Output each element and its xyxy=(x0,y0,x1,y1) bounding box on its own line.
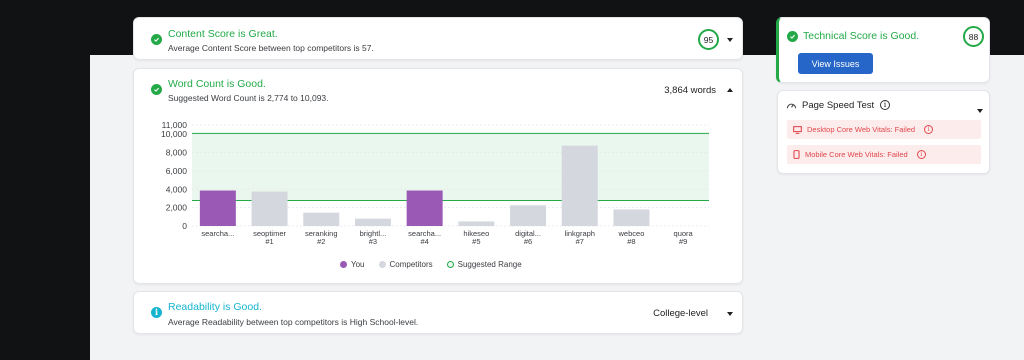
warning-info-icon: i xyxy=(916,150,926,159)
legend-competitors: Competitors xyxy=(378,260,433,269)
technical-score-badge: 88 xyxy=(963,26,984,47)
readability-subtitle: Average Readability between top competit… xyxy=(168,317,419,327)
legend-range: Suggested Range xyxy=(446,260,522,269)
suggested-range-band xyxy=(192,133,709,201)
page-speed-title: Page Speed Test xyxy=(802,100,875,111)
y-tick-label: 10,000 xyxy=(161,129,187,139)
bar-competitor xyxy=(354,218,391,226)
x-tick-rank: #4 xyxy=(420,237,428,246)
content-score-subtitle: Average Content Score between top compet… xyxy=(168,43,374,53)
check-circle-icon xyxy=(787,31,798,42)
gray-dot-icon xyxy=(378,261,386,268)
mobile-icon xyxy=(793,150,800,159)
x-tick-rank: #9 xyxy=(679,237,687,246)
mobile-vitals-failed[interactable]: Mobile Core Web Vitals: Failed i xyxy=(787,145,981,164)
word-count-bar-chart: 0 2,000 4,000 6,000 8,000 10,00011,000 searcha… xyxy=(161,120,709,246)
speedometer-icon xyxy=(786,103,797,109)
y-tick-label: 6,000 xyxy=(166,166,188,176)
readability-title: Readability is Good. xyxy=(168,301,262,313)
x-tick-rank: #7 xyxy=(576,237,584,246)
x-tick-label: searcha... xyxy=(201,229,234,238)
bar-competitor xyxy=(251,191,288,226)
bar-competitor xyxy=(458,221,495,226)
bar-competitor xyxy=(510,205,547,226)
x-tick-rank: #3 xyxy=(369,237,377,246)
range-dot-icon xyxy=(446,261,454,268)
word-count-card: Word Count is Good. Suggested Word Count… xyxy=(133,68,743,284)
chevron-down-icon[interactable] xyxy=(727,312,733,316)
x-tick-rank: #5 xyxy=(472,237,480,246)
legend-range-label: Suggested Range xyxy=(457,260,522,269)
technical-score-title: Technical Score is Good. xyxy=(803,30,920,42)
y-tick-label: 8,000 xyxy=(166,148,188,158)
page-speed-card: Page Speed Test i Desktop Core Web Vital… xyxy=(777,90,990,174)
content-score-card[interactable]: Content Score is Great. Average Content … xyxy=(133,17,743,60)
y-tick-label: 4,000 xyxy=(166,184,188,194)
technical-score-card: Technical Score is Good. 88 View Issues xyxy=(776,17,990,83)
bar-competitor xyxy=(561,145,598,226)
legend-you: You xyxy=(340,260,365,269)
page-speed-info-icon[interactable]: i xyxy=(880,100,890,110)
legend-you-label: You xyxy=(351,260,365,269)
x-tick-rank: #8 xyxy=(627,237,635,246)
bar-competitor xyxy=(303,212,340,226)
x-tick-rank: #1 xyxy=(265,237,273,246)
bar-you xyxy=(406,190,443,226)
x-tick-rank: #6 xyxy=(524,237,532,246)
y-tick-label: 11,000 xyxy=(162,120,188,130)
desktop-vitals-label: Desktop Core Web Vitals: Failed xyxy=(807,125,916,134)
chevron-down-icon[interactable] xyxy=(977,109,983,113)
content-score-badge: 95 xyxy=(698,29,719,50)
check-circle-icon xyxy=(151,34,162,45)
view-issues-button[interactable]: View Issues xyxy=(798,53,873,74)
desktop-vitals-failed[interactable]: Desktop Core Web Vitals: Failed i xyxy=(787,120,981,139)
bar-you xyxy=(199,190,236,226)
content-score-title: Content Score is Great. xyxy=(168,28,278,40)
bar-competitor xyxy=(613,209,650,226)
y-tick-label: 2,000 xyxy=(166,203,188,213)
purple-dot-icon xyxy=(340,261,347,268)
readability-card[interactable]: i Readability is Good. Average Readabili… xyxy=(133,291,743,334)
warning-info-icon: i xyxy=(924,125,934,134)
legend-competitors-label: Competitors xyxy=(389,260,433,269)
y-tick-label: 0 xyxy=(182,221,187,231)
monitor-icon xyxy=(793,125,802,134)
chart-legend: You Competitors Suggested Range xyxy=(340,260,522,269)
info-circle-icon: i xyxy=(151,307,162,318)
mobile-vitals-label: Mobile Core Web Vitals: Failed xyxy=(805,150,908,159)
readability-level: College-level xyxy=(653,308,708,319)
x-tick-rank: #2 xyxy=(317,237,325,246)
chevron-down-icon[interactable] xyxy=(727,38,733,42)
